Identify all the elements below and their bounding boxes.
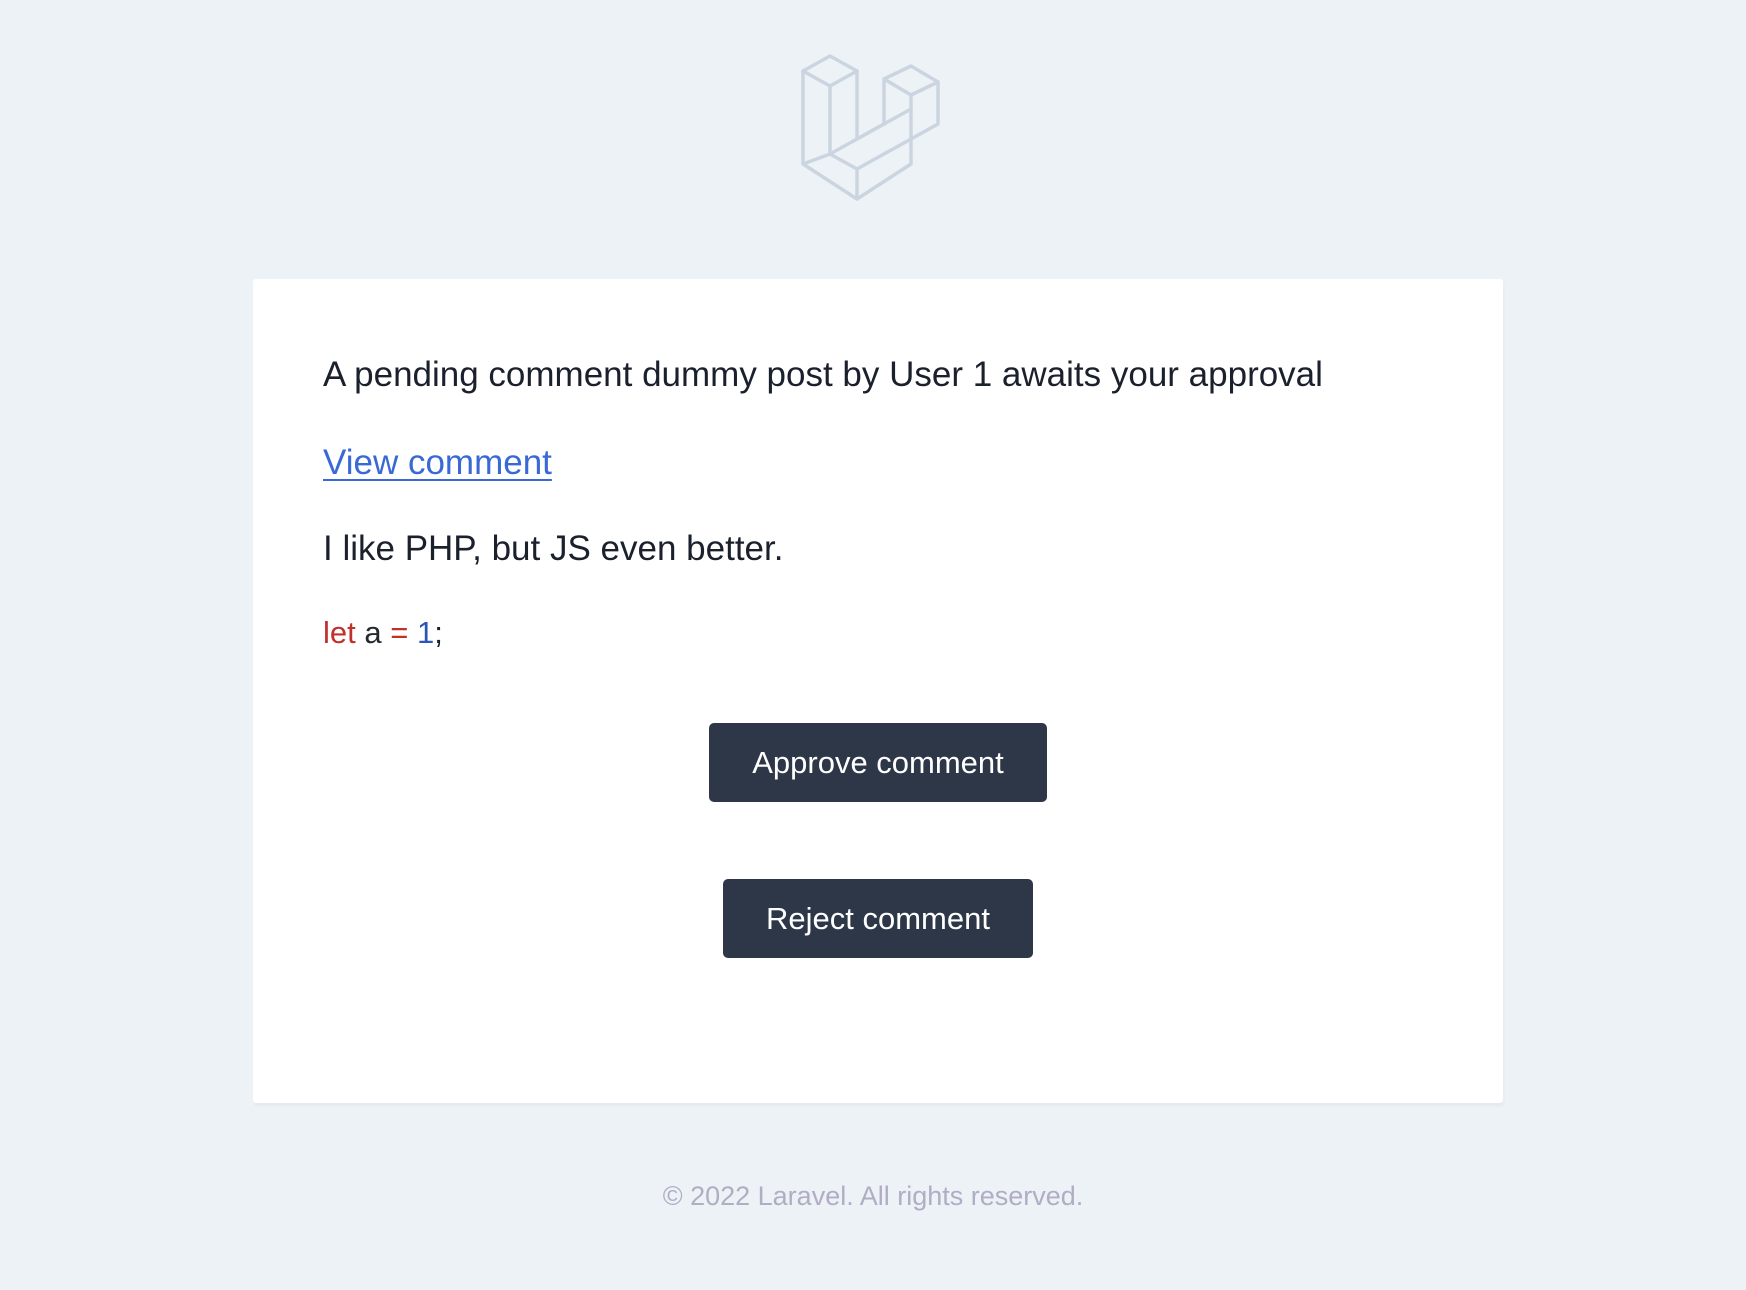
code-number: 1 — [416, 615, 435, 650]
comment-text: I like PHP, but JS even better. — [323, 529, 784, 568]
approve-comment-button[interactable]: Approve comment — [709, 723, 1047, 802]
email-card: A pending comment dummy post by User 1 a… — [253, 279, 1503, 1103]
view-comment-link[interactable]: View comment — [323, 440, 552, 486]
code-snippet: let a = 1; — [323, 613, 443, 653]
intro-text: A pending comment dummy post by User 1 a… — [323, 355, 1323, 394]
code-keyword: let — [323, 615, 356, 650]
code-terminator: ; — [434, 615, 443, 650]
footer-copyright: © 2022 Laravel. All rights reserved. — [662, 1181, 1084, 1211]
code-identifier: a — [364, 615, 382, 650]
reject-comment-button[interactable]: Reject comment — [723, 879, 1033, 958]
header — [0, 52, 1746, 202]
code-operator: = — [390, 615, 409, 650]
laravel-logo-icon — [801, 54, 940, 201]
